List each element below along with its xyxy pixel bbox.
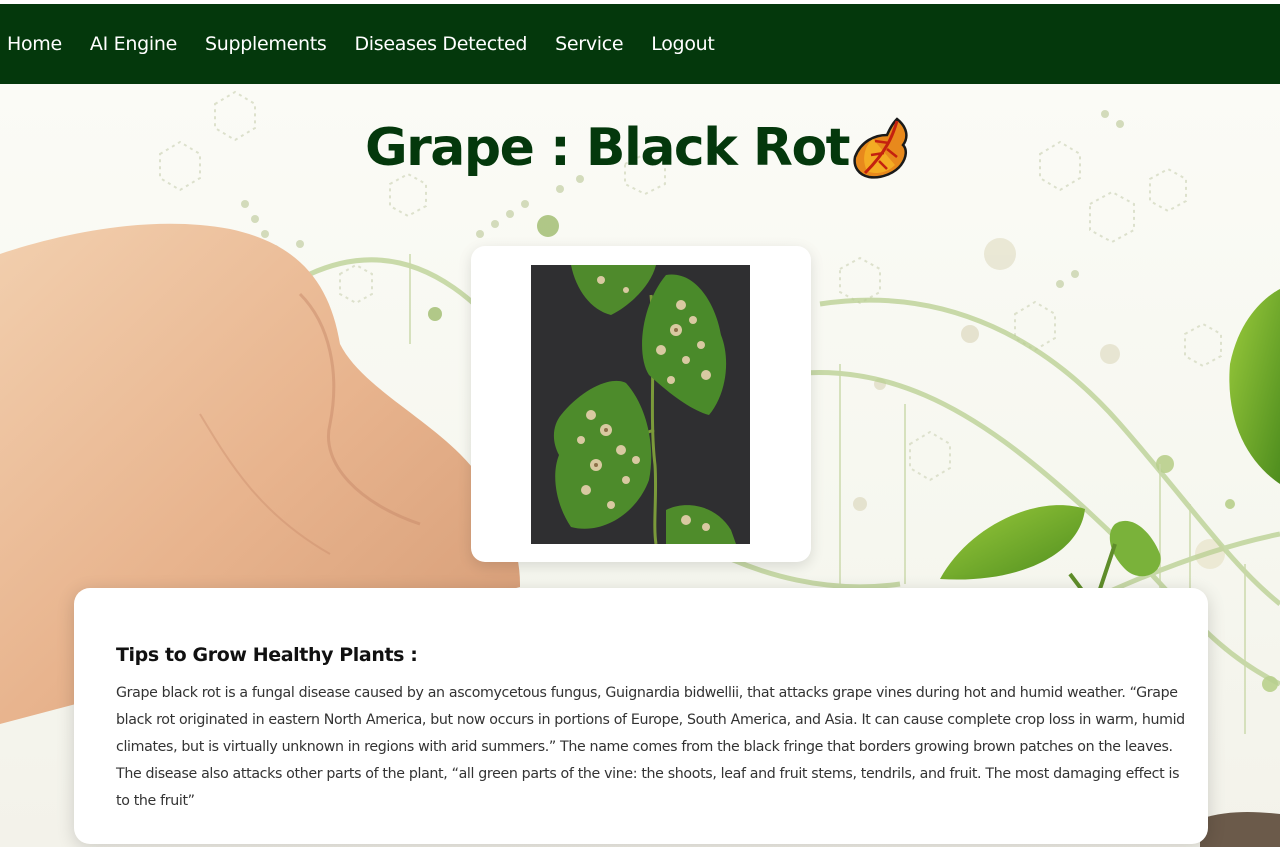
page-title: Grape : Black Rot <box>0 115 1280 181</box>
nav-ai-engine[interactable]: AI Engine <box>90 33 177 55</box>
nav-supplements[interactable]: Supplements <box>205 33 327 55</box>
tips-heading: Tips to Grow Healthy Plants : <box>116 644 418 666</box>
navbar: Home AI Engine Supplements Diseases Dete… <box>0 4 1280 84</box>
nav-home[interactable]: Home <box>7 33 62 55</box>
tips-body: Grape black rot is a fungal disease caus… <box>116 685 1185 809</box>
disease-photo <box>531 265 750 544</box>
page-title-text: Grape : Black Rot <box>364 118 851 178</box>
disease-image-card <box>471 246 811 562</box>
nav-logout[interactable]: Logout <box>651 33 715 55</box>
page: Home AI Engine Supplements Diseases Dete… <box>0 0 1280 847</box>
fallen-leaf-icon <box>853 117 908 179</box>
grape-leaf-illustration <box>531 265 750 544</box>
tips-card: Tips to Grow Healthy Plants : Grape blac… <box>74 588 1208 844</box>
nav-service[interactable]: Service <box>555 33 623 55</box>
nav-diseases-detected[interactable]: Diseases Detected <box>354 33 527 55</box>
